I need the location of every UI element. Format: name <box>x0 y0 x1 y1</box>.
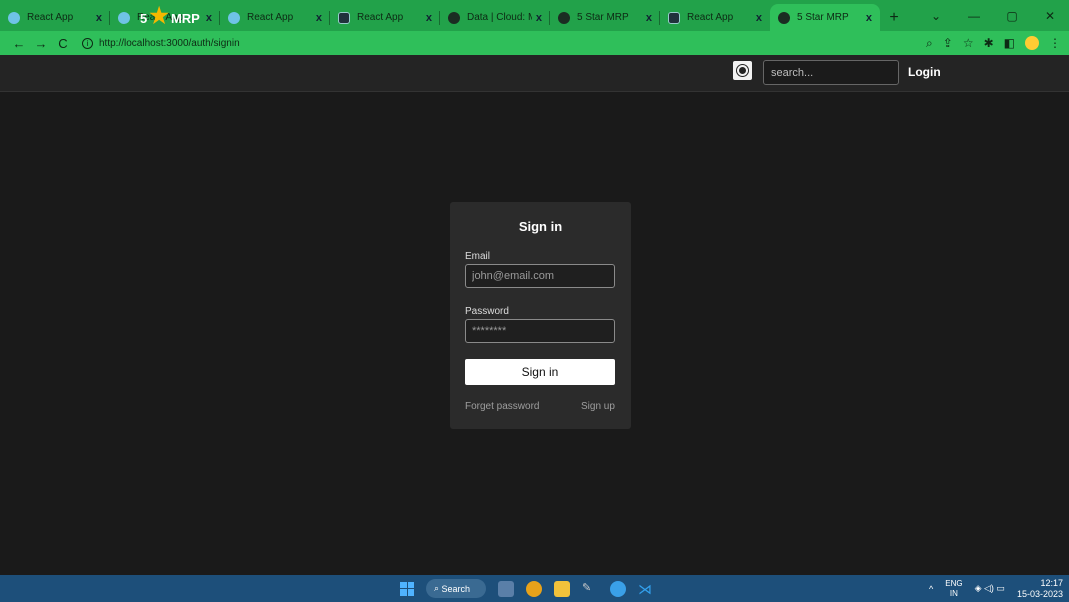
sidepanel-icon[interactable]: ◧ <box>1004 36 1015 50</box>
os-taskbar: ⌕ Search ✎ ⋊ ^ ENG IN ◈ ◁) ▭ 12:17 15-03… <box>0 575 1069 602</box>
network-volume-battery-icon[interactable]: ◈ ◁) ▭ <box>975 583 1005 594</box>
theme-toggle-button[interactable] <box>733 61 752 80</box>
browser-tab[interactable]: React App x <box>660 4 770 31</box>
email-field[interactable] <box>465 264 615 288</box>
extensions-icon[interactable]: ✱ <box>984 36 994 50</box>
window-controls: ⌄ — ▢ ✕ <box>917 0 1069 31</box>
sun-icon <box>739 67 746 74</box>
app-icon <box>558 11 570 24</box>
react-icon <box>8 11 20 24</box>
close-tab-icon[interactable]: x <box>96 12 102 24</box>
profile-avatar-icon[interactable] <box>1025 36 1039 50</box>
browser-tab[interactable]: React App x <box>220 4 330 31</box>
reload-icon[interactable]: C <box>52 36 74 51</box>
edge-icon[interactable] <box>610 580 626 597</box>
file-explorer-icon[interactable] <box>554 580 570 597</box>
close-tab-icon[interactable]: x <box>756 12 762 24</box>
minimize-icon[interactable]: — <box>955 9 993 23</box>
signin-title: Sign in <box>518 219 563 234</box>
taskbar-apps: ⌕ Search ✎ ⋊ <box>400 575 654 602</box>
browser-tab[interactable]: React App x <box>0 4 110 31</box>
tab-title: Data | Cloud: Mo <box>467 12 532 23</box>
close-window-icon[interactable]: ✕ <box>1031 9 1069 23</box>
email-label: Email <box>465 251 491 262</box>
password-label: Password <box>465 306 509 317</box>
share-icon[interactable]: ⇪ <box>943 36 953 50</box>
bookmark-star-icon[interactable]: ☆ <box>963 36 974 50</box>
tab-title: 5 Star MRP <box>797 12 849 23</box>
close-tab-icon[interactable]: x <box>206 12 212 24</box>
login-link[interactable]: Login <box>908 65 941 79</box>
tab-search-icon[interactable]: ⌄ <box>917 9 955 23</box>
close-tab-icon[interactable]: x <box>316 12 322 24</box>
back-icon[interactable]: ← <box>8 36 30 51</box>
tray-chevron-icon[interactable]: ^ <box>929 584 933 594</box>
browser-toolbar: ⌕ ⇪ ☆ ✱ ◧ ⋮ <box>926 36 1061 51</box>
close-tab-icon[interactable]: x <box>426 12 432 24</box>
new-tab-button[interactable]: + <box>880 4 908 31</box>
password-field[interactable] <box>465 319 615 343</box>
tab-title: React App <box>357 12 404 23</box>
clock-date: 15-03-2023 <box>1016 588 1063 599</box>
close-tab-icon[interactable]: x <box>866 12 872 24</box>
forgot-password-link[interactable]: Forget password <box>465 401 539 412</box>
tab-title: React App <box>27 12 74 23</box>
pen-icon[interactable]: ✎ <box>582 581 598 597</box>
logo-text: MRP <box>170 10 200 26</box>
app-icon <box>778 11 790 24</box>
tab-title: React App <box>247 12 294 23</box>
address-bar: ← → C i http://localhost:3000/auth/signi… <box>0 31 1069 55</box>
signin-card: Sign in Email Password Sign in Forget pa… <box>450 202 631 429</box>
url-text: http://localhost:3000/auth/signin <box>99 37 240 49</box>
tab-title: React App <box>687 12 734 23</box>
menu-icon[interactable]: ⋮ <box>1049 36 1061 50</box>
system-tray: ^ ENG IN ◈ ◁) ▭ 12:17 15-03-2023 <box>929 575 1063 602</box>
site-info-icon[interactable]: i <box>82 37 93 49</box>
mongodb-icon <box>448 11 460 24</box>
windows-start-icon[interactable] <box>400 581 414 596</box>
language-indicator[interactable]: ENG IN <box>945 579 962 599</box>
react-icon <box>668 11 680 24</box>
url-field[interactable]: i http://localhost:3000/auth/signin <box>82 37 926 49</box>
signin-button[interactable]: Sign in <box>465 359 615 385</box>
brand-logo[interactable]: 5 ★ MRP <box>140 5 200 27</box>
task-view-icon[interactable] <box>498 580 514 597</box>
zoom-icon[interactable]: ⌕ <box>926 36 933 51</box>
search-input[interactable] <box>763 60 899 85</box>
close-tab-icon[interactable]: x <box>536 12 542 24</box>
vscode-icon[interactable]: ⋊ <box>638 581 654 597</box>
maximize-icon[interactable]: ▢ <box>993 9 1031 23</box>
browser-tab[interactable]: 5 Star MRP x <box>550 4 660 31</box>
lang-code: ENG <box>945 578 963 588</box>
close-tab-icon[interactable]: x <box>646 12 652 24</box>
browser-tab[interactable]: React App x <box>330 4 440 31</box>
search-icon: ⌕ <box>434 583 442 593</box>
star-icon: ★ <box>149 3 169 28</box>
forward-icon[interactable]: → <box>30 36 52 51</box>
taskbar-search[interactable]: ⌕ Search <box>426 579 486 598</box>
chrome-icon[interactable] <box>526 580 542 597</box>
tab-title: 5 Star MRP <box>577 12 629 23</box>
react-icon <box>228 11 240 24</box>
browser-tab-active[interactable]: 5 Star MRP x <box>770 4 880 31</box>
clock-time: 12:17 <box>1040 577 1063 588</box>
logo-number: 5 <box>140 10 148 26</box>
lang-region: IN <box>949 588 958 598</box>
signup-link[interactable]: Sign up <box>581 401 615 412</box>
react-icon <box>338 11 350 24</box>
browser-tab[interactable]: Data | Cloud: Mo x <box>440 4 550 31</box>
clock[interactable]: 12:17 15-03-2023 <box>1017 578 1063 600</box>
taskbar-search-label: Search <box>441 583 471 594</box>
react-icon <box>118 11 130 24</box>
